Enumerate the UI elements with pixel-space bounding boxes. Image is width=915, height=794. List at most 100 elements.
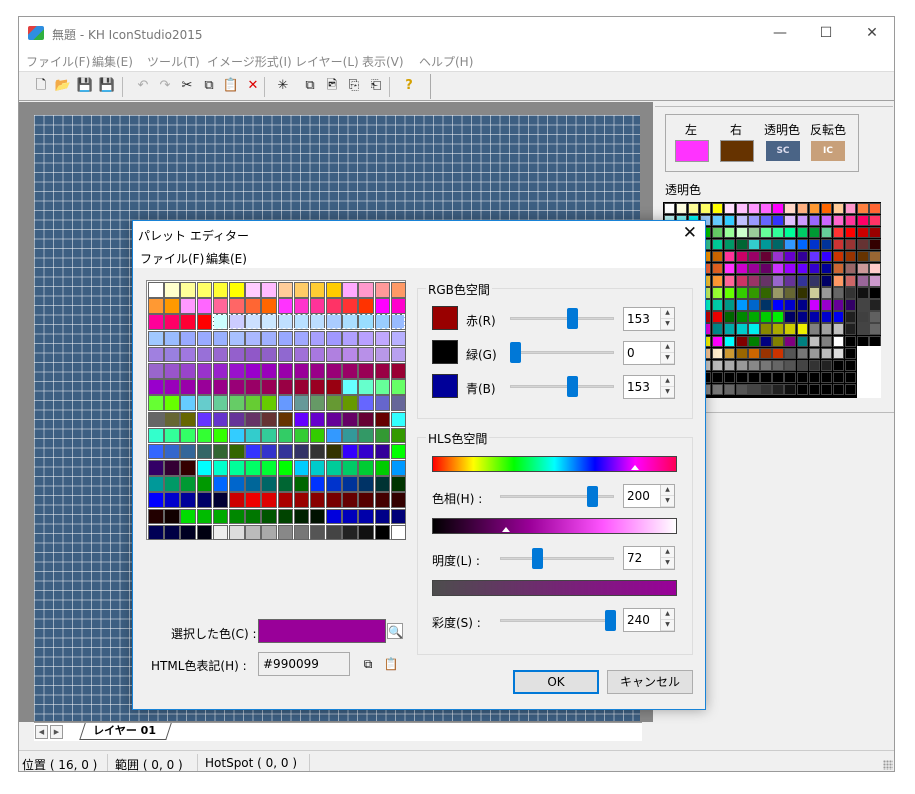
palette-cell[interactable] bbox=[228, 282, 245, 298]
palette-cell[interactable] bbox=[808, 347, 821, 360]
palette-cell[interactable] bbox=[293, 460, 310, 476]
inv-color-swatch[interactable]: IC bbox=[811, 141, 845, 161]
palette-cell[interactable] bbox=[390, 492, 407, 509]
palette-cell[interactable] bbox=[796, 359, 809, 372]
palette-cell[interactable] bbox=[342, 346, 358, 363]
blue-slider-track[interactable] bbox=[510, 385, 614, 388]
palette-cell[interactable] bbox=[342, 460, 358, 476]
palette-cell[interactable] bbox=[390, 476, 407, 492]
palette-cell[interactable] bbox=[148, 379, 164, 395]
palette-cell[interactable] bbox=[869, 214, 881, 227]
palette-cell[interactable] bbox=[772, 275, 784, 287]
palette-cell[interactable] bbox=[784, 250, 796, 263]
palette-cell[interactable] bbox=[261, 443, 277, 460]
palette-cell[interactable] bbox=[196, 524, 213, 541]
palette-cell[interactable] bbox=[796, 323, 809, 335]
menu-tools[interactable]: ツール(T) bbox=[147, 53, 200, 70]
import-icon[interactable]: ⎘ bbox=[346, 78, 362, 94]
menu-layer[interactable]: レイヤー(L) bbox=[295, 53, 359, 70]
cancel-button[interactable]: キャンセル bbox=[607, 670, 693, 694]
palette-cell[interactable] bbox=[326, 460, 342, 476]
palette-cell[interactable] bbox=[261, 524, 277, 541]
palette-cell[interactable] bbox=[180, 476, 196, 492]
palette-cell[interactable] bbox=[736, 347, 748, 360]
palette-cell[interactable] bbox=[277, 314, 294, 330]
lightness-spin-up[interactable]: ▲ bbox=[661, 547, 674, 558]
palette-cell[interactable] bbox=[261, 298, 277, 314]
palette-cell[interactable] bbox=[760, 335, 772, 348]
palette-cell[interactable] bbox=[196, 298, 213, 314]
palette-cell[interactable] bbox=[796, 371, 809, 384]
palette-cell[interactable] bbox=[869, 287, 881, 299]
palette-cell[interactable] bbox=[772, 299, 784, 311]
palette-cell[interactable] bbox=[711, 238, 724, 251]
palette-cell[interactable] bbox=[711, 347, 724, 360]
palette-cell[interactable] bbox=[820, 214, 833, 227]
palette-cell[interactable] bbox=[358, 298, 375, 314]
palette-cell[interactable] bbox=[748, 311, 760, 323]
palette-cell[interactable] bbox=[374, 346, 391, 363]
palette-cell[interactable] bbox=[760, 311, 772, 323]
palette-cell[interactable] bbox=[261, 314, 277, 330]
palette-cell[interactable] bbox=[358, 282, 375, 298]
palette-cell[interactable] bbox=[148, 460, 164, 476]
palette-cell[interactable] bbox=[164, 314, 180, 330]
palette-cell[interactable] bbox=[342, 395, 358, 411]
palette-cell[interactable] bbox=[358, 443, 375, 460]
palette-cell[interactable] bbox=[723, 275, 736, 287]
palette-cell[interactable] bbox=[772, 202, 784, 214]
palette-cell[interactable] bbox=[736, 287, 748, 299]
palette-cell[interactable] bbox=[245, 282, 261, 298]
palette-cell[interactable] bbox=[358, 492, 375, 509]
palette-cell[interactable] bbox=[796, 214, 809, 227]
copy-html-icon[interactable]: ⧉ bbox=[360, 656, 376, 672]
palette-cell[interactable] bbox=[212, 362, 229, 379]
palette-cell[interactable] bbox=[374, 460, 391, 476]
palette-cell[interactable] bbox=[390, 362, 407, 379]
palette-cell[interactable] bbox=[772, 323, 784, 335]
palette-cell[interactable] bbox=[212, 346, 229, 363]
palette-cell[interactable] bbox=[358, 362, 375, 379]
palette-cell[interactable] bbox=[748, 226, 760, 239]
palette-cell[interactable] bbox=[374, 524, 391, 541]
palette-cell[interactable] bbox=[760, 275, 772, 287]
palette-cell[interactable] bbox=[196, 508, 213, 525]
palette-cell[interactable] bbox=[772, 250, 784, 263]
palette-cell[interactable] bbox=[844, 383, 857, 396]
palette-cell[interactable] bbox=[277, 476, 294, 492]
palette-cell[interactable] bbox=[784, 383, 796, 396]
palette-cell[interactable] bbox=[808, 250, 821, 263]
palette-cell[interactable] bbox=[844, 214, 857, 227]
palette-cell[interactable] bbox=[784, 359, 796, 372]
palette-cell[interactable] bbox=[180, 492, 196, 509]
palette-cell[interactable] bbox=[342, 476, 358, 492]
saturation-slider-thumb[interactable] bbox=[605, 610, 616, 631]
palette-cell[interactable] bbox=[857, 275, 869, 287]
palette-cell[interactable] bbox=[196, 443, 213, 460]
palette-cell[interactable] bbox=[736, 323, 748, 335]
palette-cell[interactable] bbox=[748, 287, 760, 299]
palette-cell[interactable] bbox=[869, 311, 881, 323]
hue-spinbox[interactable]: 200 ▲ ▼ bbox=[623, 484, 675, 508]
palette-cell[interactable] bbox=[748, 371, 760, 384]
palette-cell[interactable] bbox=[820, 347, 833, 360]
palette-cell[interactable] bbox=[784, 287, 796, 299]
palette-cell[interactable] bbox=[857, 202, 869, 214]
hue-spin-up[interactable]: ▲ bbox=[661, 485, 674, 496]
palette-cell[interactable] bbox=[358, 330, 375, 347]
palette-cell[interactable] bbox=[796, 226, 809, 239]
palette-cell[interactable] bbox=[309, 298, 326, 314]
palette-cell[interactable] bbox=[796, 383, 809, 396]
palette-cell[interactable] bbox=[808, 226, 821, 239]
palette-cell[interactable] bbox=[261, 476, 277, 492]
palette-cell[interactable] bbox=[760, 238, 772, 251]
palette-cell[interactable] bbox=[832, 202, 845, 214]
palette-cell[interactable] bbox=[277, 443, 294, 460]
palette-cell[interactable] bbox=[820, 383, 833, 396]
palette-cell[interactable] bbox=[277, 524, 294, 541]
palette-cell[interactable] bbox=[261, 508, 277, 525]
palette-cell[interactable] bbox=[736, 226, 748, 239]
palette-cell[interactable] bbox=[293, 314, 310, 330]
palette-cell[interactable] bbox=[148, 395, 164, 411]
palette-cell[interactable] bbox=[374, 427, 391, 444]
